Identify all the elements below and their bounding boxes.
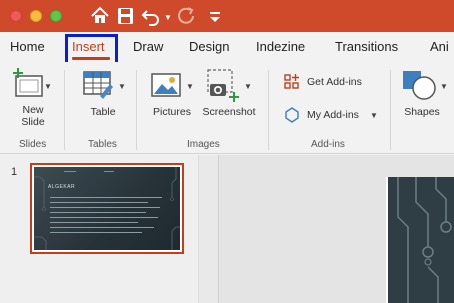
customize-icon[interactable]: [204, 5, 226, 27]
my-addins-dropdown-icon[interactable]: ▼: [370, 111, 378, 120]
tab-animations[interactable]: Ani: [430, 39, 449, 54]
thumbnail-text-line: [50, 212, 146, 213]
table-dropdown-icon[interactable]: ▼: [118, 82, 126, 91]
undo-icon[interactable]: [140, 5, 162, 27]
screenshot-label: Screenshot: [202, 106, 256, 118]
tab-indezine[interactable]: Indezine: [256, 39, 305, 54]
new-slide-label-1: New: [22, 104, 44, 116]
new-slide-dropdown-icon[interactable]: ▼: [44, 82, 52, 91]
thumbnail-text-line: [50, 222, 138, 223]
tab-transitions[interactable]: Transitions: [335, 39, 398, 54]
tab-design[interactable]: Design: [189, 39, 229, 54]
thumbnail-text-line: [50, 207, 160, 208]
redo-icon[interactable]: [175, 5, 197, 27]
separator: [136, 70, 137, 150]
get-addins-icon[interactable]: [284, 74, 300, 90]
pictures-dropdown-icon[interactable]: ▼: [186, 82, 194, 91]
home-icon[interactable]: [89, 5, 111, 27]
zoom-window-button[interactable]: [50, 10, 62, 22]
slide-background-art[interactable]: [388, 177, 454, 303]
group-addins-label: Add-ins: [311, 139, 345, 150]
pictures-label: Pictures: [153, 106, 191, 118]
my-addins-icon[interactable]: [284, 107, 300, 123]
table-label: Table: [90, 106, 116, 118]
title-bar: ▼: [0, 0, 454, 32]
separator: [64, 70, 65, 150]
new-slide-label-2: Slide: [21, 116, 45, 128]
minimize-window-button[interactable]: [30, 10, 42, 22]
group-tables-label: Tables: [88, 139, 117, 150]
close-window-button[interactable]: [10, 10, 22, 22]
screenshot-dropdown-icon[interactable]: ▼: [244, 82, 252, 91]
slide-number: 1: [11, 166, 18, 178]
group-slides-label: Slides: [19, 139, 47, 150]
screenshot-icon[interactable]: [206, 68, 242, 104]
pictures-icon[interactable]: [150, 72, 182, 98]
shapes-icon[interactable]: [402, 70, 438, 102]
new-slide-icon[interactable]: [12, 68, 48, 100]
shapes-dropdown-icon[interactable]: ▼: [440, 82, 448, 91]
slide-thumbnail[interactable]: ALGEKAR: [30, 163, 184, 254]
tab-home[interactable]: Home: [10, 39, 45, 54]
get-addins-label[interactable]: Get Add-ins: [307, 76, 362, 88]
separator: [268, 70, 269, 150]
tab-draw[interactable]: Draw: [133, 39, 163, 54]
undo-dropdown-icon[interactable]: ▼: [164, 13, 172, 22]
thumbnail-title: ALGEKAR: [48, 184, 76, 190]
table-icon[interactable]: [82, 70, 114, 100]
save-icon[interactable]: [115, 5, 137, 27]
my-addins-label[interactable]: My Add-ins: [307, 109, 359, 121]
separator: [390, 70, 391, 150]
ribbon: ▼ New Slide Slides ▼ Table Tables ▼ Pict…: [0, 62, 454, 154]
thumbnail-text-line: [50, 217, 158, 218]
group-images-label: Images: [187, 139, 220, 150]
thumbnail-text-line: [50, 232, 142, 233]
thumbnail-text-line: [50, 227, 154, 228]
thumbnail-text-line: [50, 202, 148, 203]
panel-scrollbar[interactable]: [198, 155, 218, 303]
thumbnail-text-line: [50, 197, 162, 198]
slide-thumbnail-image: ALGEKAR: [34, 167, 180, 250]
shapes-label: Shapes: [404, 106, 440, 118]
